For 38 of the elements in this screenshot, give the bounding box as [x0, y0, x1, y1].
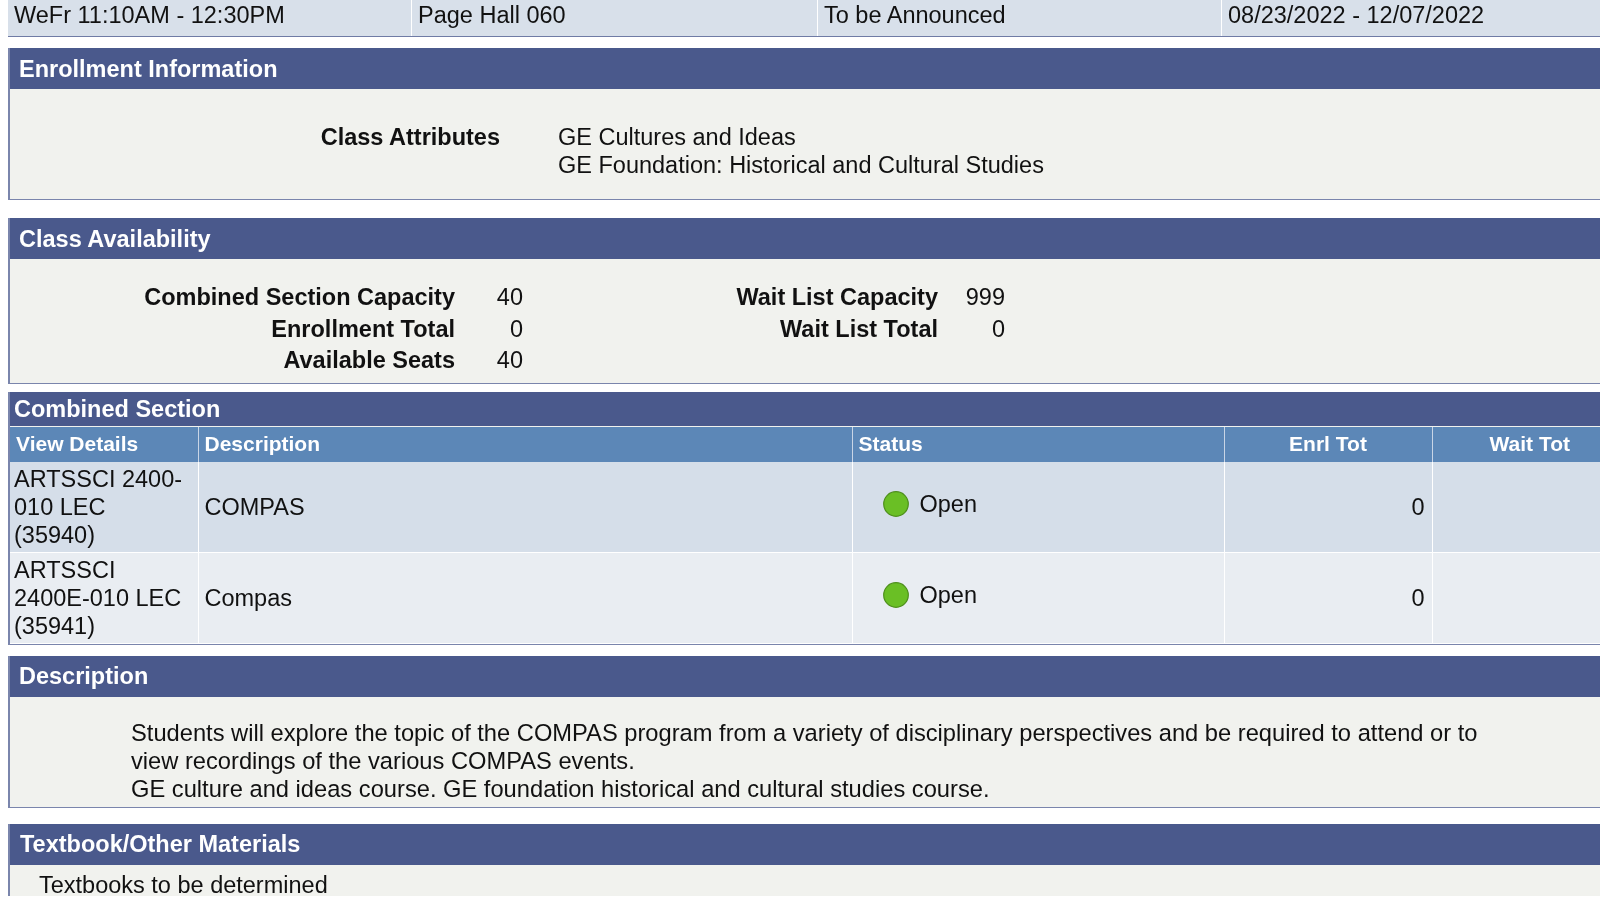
table-cell: Compas — [198, 552, 852, 643]
field-value: 40 — [495, 346, 523, 375]
table-cell: To be Announced — [818, 0, 1222, 36]
field-label: Wait List Capacity — [735, 283, 938, 312]
field-value: 999 — [964, 283, 1005, 312]
section-header: Textbook/Other Materials — [10, 823, 1600, 865]
field-value: 0 — [508, 314, 523, 344]
section-header: Description — [10, 655, 1600, 697]
table-cell: WeFr 11:10AM - 12:30PM — [8, 0, 412, 36]
table-cell: ARTSSCI 2400-010 LEC (35940) — [10, 461, 198, 552]
field-label: Combined Section Capacity — [143, 283, 455, 312]
field-value: 0 — [990, 314, 1005, 344]
field-value: GE Foundation: Historical and Cultural Studies — [558, 151, 1045, 179]
column-header: Enrl Tot — [1224, 426, 1432, 462]
column-header: View Details — [10, 426, 198, 462]
description-text: Students will explore the topic of the COMPAS program from a variety of disciplinary perspectives and be required to attend or to view recordings of the various COMPAS events. — [131, 718, 1479, 775]
field-label: Enrollment Total — [270, 314, 455, 344]
materials-text: Textbooks to be determined — [39, 873, 329, 896]
column-header: Wait Tot — [1432, 426, 1600, 462]
column-header: Status — [852, 426, 1224, 462]
field-label: Wait List Total — [779, 314, 938, 344]
table-cell: 0 — [1224, 552, 1432, 643]
table-cell: Page Hall 060 — [412, 0, 818, 36]
section-header: Combined Section — [10, 391, 1600, 426]
table-cell-text: 08/23/2022 - 12/07/2022 — [1227, 1, 1486, 30]
status-text: Open — [919, 581, 977, 609]
status-text: Open — [919, 490, 977, 518]
field-label: Class Attributes — [319, 123, 500, 152]
field-value: GE Cultures and Ideas — [558, 123, 797, 151]
description-text: GE culture and ideas course. GE foundation historical and cultural studies course. — [131, 774, 991, 803]
column-header: Description — [198, 426, 852, 462]
field-value: 40 — [495, 283, 523, 312]
table-cell: ARTSSCI 2400E-010 LEC (35941) — [10, 552, 198, 643]
section-header: Enrollment Information — [10, 48, 1600, 89]
section-header: Class Availability — [10, 218, 1600, 259]
table-cell: 0 — [1224, 461, 1432, 552]
field-label: Available Seats — [282, 346, 455, 375]
table-cell: COMPAS — [198, 461, 852, 552]
